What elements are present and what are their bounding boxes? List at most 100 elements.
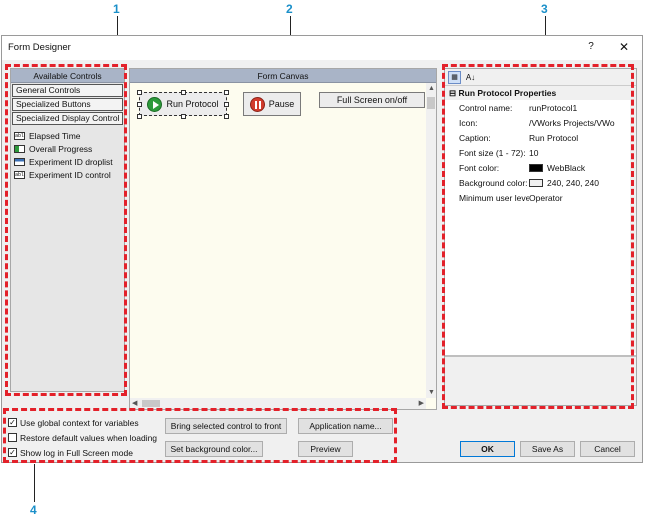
control-item-label: Overall Progress: [29, 143, 93, 154]
scroll-up-icon[interactable]: ▲: [428, 84, 435, 93]
resize-handle-e[interactable]: [224, 102, 229, 107]
category-specialized-display-control[interactable]: Specialized Display Control: [12, 112, 123, 125]
properties-panel: ▦ A↓ ⊟ Run Protocol Properties Control n…: [444, 68, 637, 406]
application-name-button[interactable]: Application name...: [298, 418, 393, 434]
sort-alphabetical-icon[interactable]: A↓: [464, 71, 477, 84]
callout-3: 3: [541, 2, 548, 16]
property-description-pane: [445, 355, 636, 405]
property-section-title: Run Protocol Properties: [458, 88, 557, 98]
checkbox-checked-icon[interactable]: ✓: [8, 448, 17, 457]
property-section-header[interactable]: ⊟ Run Protocol Properties: [445, 86, 636, 100]
scroll-left-icon[interactable]: ◀: [132, 399, 137, 408]
text-box-icon: abl: [14, 170, 25, 179]
text-box-icon: abl: [14, 131, 25, 140]
canvas-horizontal-scroll-thumb[interactable]: [142, 400, 160, 407]
option-show-log-full-screen[interactable]: ✓ Show log in Full Screen mode: [8, 445, 158, 460]
resize-handle-w[interactable]: [137, 102, 142, 107]
collapse-icon[interactable]: ⊟: [449, 88, 456, 98]
property-value[interactable]: 10: [529, 148, 636, 158]
property-value[interactable]: Run Protocol: [529, 133, 636, 143]
pause-button[interactable]: Pause: [243, 92, 301, 116]
droplist-icon: [14, 157, 25, 166]
property-value[interactable]: WebBlack: [529, 163, 636, 173]
control-item-experiment-id-droplist[interactable]: Experiment ID droplist: [11, 155, 124, 168]
category-general-controls[interactable]: General Controls: [12, 84, 123, 97]
property-value[interactable]: 240, 240, 240: [529, 178, 636, 188]
control-list: abl Elapsed Time Overall Progress Experi…: [11, 129, 124, 181]
resize-handle-ne[interactable]: [224, 90, 229, 95]
property-name: Minimum user level: [459, 192, 529, 203]
property-value-text: 240, 240, 240: [547, 177, 599, 188]
option-label: Show log in Full Screen mode: [20, 447, 133, 458]
preview-button[interactable]: Preview: [298, 441, 353, 457]
resize-handle-se[interactable]: [224, 114, 229, 119]
control-item-label: Experiment ID droplist: [29, 156, 113, 167]
full-screen-toggle-button[interactable]: Full Screen on/off: [319, 92, 425, 108]
property-row-background-color[interactable]: Background color: 240, 240, 240: [445, 175, 636, 190]
property-row-font-color[interactable]: Font color: WebBlack: [445, 160, 636, 175]
option-label: Use global context for variables: [20, 417, 139, 428]
option-restore-default-values[interactable]: Restore default values when loading: [8, 430, 158, 445]
checkbox-unchecked-icon[interactable]: [8, 433, 17, 442]
close-button[interactable]: ✕: [614, 38, 634, 56]
callout-2: 2: [286, 2, 293, 16]
property-row-control-name[interactable]: Control name: runProtocol1: [445, 100, 636, 115]
property-value[interactable]: Operator: [529, 193, 636, 203]
set-background-color-button[interactable]: Set background color...: [165, 441, 263, 457]
categorized-view-icon[interactable]: ▦: [448, 71, 461, 84]
ok-button[interactable]: OK: [460, 441, 515, 457]
callout-1: 1: [113, 2, 120, 16]
cancel-button[interactable]: Cancel: [580, 441, 635, 457]
pause-label: Pause: [268, 99, 295, 109]
properties-scrollbar[interactable]: [630, 86, 636, 353]
property-row-caption[interactable]: Caption: Run Protocol: [445, 130, 636, 145]
control-item-label: Elapsed Time: [29, 130, 81, 141]
save-as-button[interactable]: Save As: [520, 441, 575, 457]
resize-handle-n[interactable]: [181, 90, 186, 95]
available-controls-panel: Available Controls General Controls Spec…: [10, 68, 125, 392]
property-value[interactable]: runProtocol1: [529, 103, 636, 113]
resize-handle-nw[interactable]: [137, 90, 142, 95]
properties-toolbar: ▦ A↓: [445, 69, 636, 86]
bring-to-front-button[interactable]: Bring selected control to front: [165, 418, 287, 434]
resize-handle-sw[interactable]: [137, 114, 142, 119]
canvas-horizontal-scrollbar[interactable]: ◀ ▶: [130, 398, 426, 409]
form-canvas[interactable]: Form Canvas Run Protocol Pause Full Scre…: [129, 68, 437, 410]
font-color-swatch: [529, 163, 543, 172]
run-protocol-button[interactable]: Run Protocol: [139, 92, 227, 116]
property-name: Font size (1 - 72):: [459, 147, 526, 158]
property-row-icon[interactable]: Icon: /VWorks Projects/VWo: [445, 115, 636, 130]
canvas-vertical-scroll-thumb[interactable]: [427, 97, 435, 109]
help-button[interactable]: ?: [581, 38, 601, 56]
option-use-global-context[interactable]: ✓ Use global context for variables: [8, 415, 158, 430]
window-title: Form Designer: [8, 42, 71, 53]
form-canvas-header: Form Canvas: [130, 69, 436, 83]
property-name: Icon:: [459, 117, 478, 128]
progress-bar-icon: [14, 144, 25, 153]
property-row-font-size[interactable]: Font size (1 - 72): 10: [445, 145, 636, 160]
property-value-text: WebBlack: [547, 162, 586, 173]
option-label: Restore default values when loading: [20, 432, 158, 443]
callout-4-leader: [34, 464, 35, 502]
resize-handle-s[interactable]: [181, 114, 186, 119]
checkbox-checked-icon[interactable]: ✓: [8, 418, 17, 427]
background-color-swatch: [529, 178, 543, 187]
available-controls-header: Available Controls: [11, 69, 124, 83]
control-item-label: Experiment ID control: [29, 169, 111, 180]
scroll-right-icon[interactable]: ▶: [419, 399, 424, 408]
property-value[interactable]: /VWorks Projects/VWo: [529, 118, 636, 128]
control-item-experiment-id-control[interactable]: abl Experiment ID control: [11, 168, 124, 181]
category-specialized-buttons[interactable]: Specialized Buttons: [12, 98, 123, 111]
form-designer-dialog: Form Designer ? ✕ Available Controls Gen…: [1, 35, 643, 463]
options-group: ✓ Use global context for variables Resto…: [8, 415, 158, 460]
control-item-elapsed-time[interactable]: abl Elapsed Time: [11, 129, 124, 142]
pause-icon: [249, 96, 265, 112]
callout-4: 4: [30, 503, 37, 517]
play-icon: [147, 96, 163, 112]
canvas-vertical-scrollbar[interactable]: ▲ ▼: [426, 83, 436, 398]
property-name: Font color:: [459, 162, 500, 173]
scroll-down-icon[interactable]: ▼: [428, 388, 435, 397]
control-item-overall-progress[interactable]: Overall Progress: [11, 142, 124, 155]
property-row-minimum-user-level[interactable]: Minimum user level Operator: [445, 190, 636, 205]
property-name: Control name:: [459, 102, 513, 113]
